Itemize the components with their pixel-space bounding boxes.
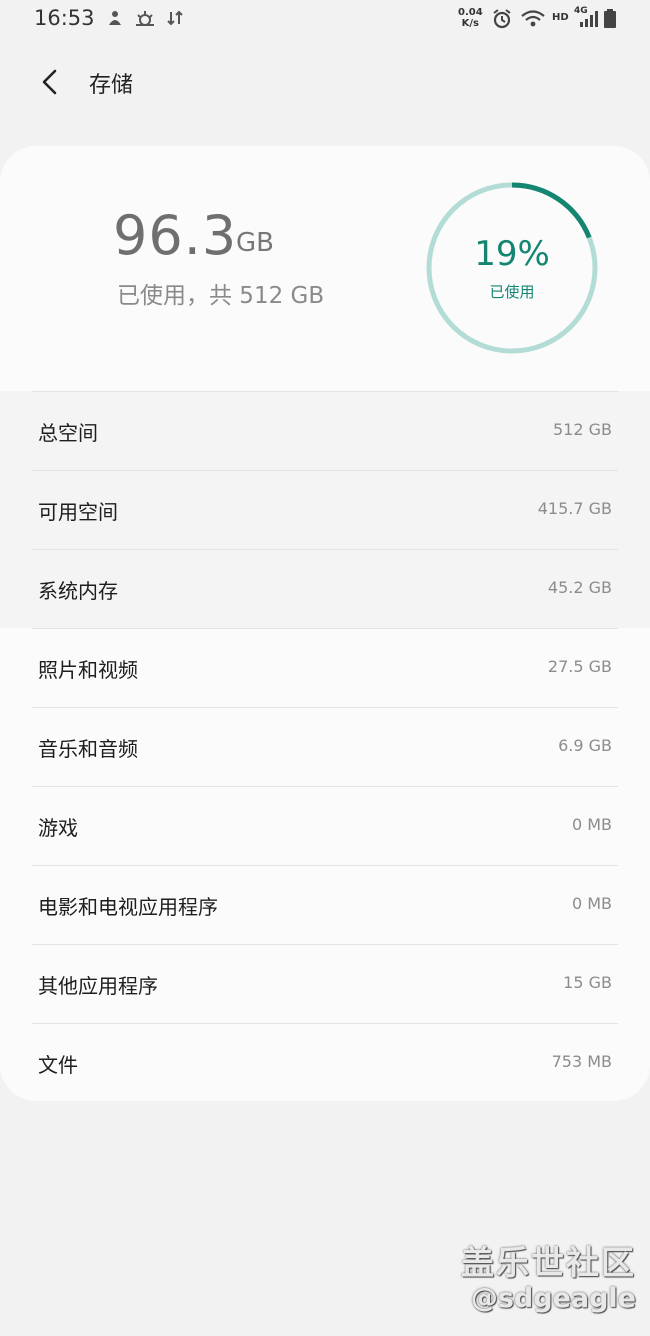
- storage-row-value: 0 MB: [571, 815, 612, 834]
- storage-card: 96.3 GB 已使用，共 512 GB 19% 已使用 总空间 512 GB 可用…: [0, 146, 650, 1101]
- storage-row-label: 照片和视频: [38, 658, 138, 682]
- watermark-title: 盖乐世社区: [461, 1243, 636, 1282]
- storage-row-label: 音乐和音频: [38, 737, 138, 761]
- storage-row-label: 系统内存: [38, 579, 118, 603]
- net-speed-unit: K/s: [461, 18, 480, 29]
- back-button[interactable]: [30, 62, 70, 102]
- storage-row[interactable]: 照片和视频 27.5 GB: [32, 628, 618, 707]
- usage-percent-label: 已使用: [489, 283, 535, 301]
- net-speed-value: 0.04: [458, 7, 483, 18]
- storage-row[interactable]: 文件 753 MB: [32, 1023, 618, 1101]
- battery-icon: [604, 9, 616, 33]
- storage-row-label: 电影和电视应用程序: [38, 895, 218, 919]
- net-speed: 0.04 K/s: [458, 7, 483, 29]
- storage-row[interactable]: 电影和电视应用程序 0 MB: [32, 865, 618, 944]
- storage-row-value: 415.7 GB: [537, 499, 612, 518]
- storage-row-value: 6.9 GB: [558, 736, 612, 755]
- storage-row-label: 其他应用程序: [38, 974, 158, 998]
- storage-row-label: 总空间: [38, 421, 98, 445]
- used-subtitle: 已使用，共 512 GB: [117, 283, 325, 309]
- storage-row[interactable]: 总空间 512 GB: [32, 391, 618, 470]
- back-arrow-icon: [42, 69, 57, 95]
- storage-row[interactable]: 游戏 0 MB: [32, 786, 618, 865]
- storage-row-value: 0 MB: [571, 894, 612, 913]
- weather-icon: [134, 9, 156, 31]
- usage-percent: 19%: [474, 234, 550, 274]
- used-unit: GB: [236, 228, 274, 258]
- storage-row-label: 可用空间: [38, 500, 118, 524]
- storage-row[interactable]: 系统内存 45.2 GB: [32, 549, 618, 628]
- storage-row-label: 游戏: [38, 816, 78, 840]
- storage-row-value: 753 MB: [551, 1052, 612, 1071]
- storage-row-value: 15 GB: [563, 973, 612, 992]
- status-bar: 16:53 0.04 K/s HD 4G: [0, 0, 650, 40]
- watermark-handle: @sdgeagle: [470, 1283, 636, 1314]
- wifi-icon: [520, 9, 546, 33]
- storage-row-label: 文件: [38, 1053, 78, 1077]
- storage-row-value: 45.2 GB: [547, 578, 612, 597]
- signal-icon: [578, 9, 598, 33]
- used-value: 96.3: [113, 204, 238, 267]
- storage-row[interactable]: 其他应用程序 15 GB: [32, 944, 618, 1023]
- storage-summary: 96.3 GB 已使用，共 512 GB 19% 已使用: [0, 146, 650, 391]
- storage-row[interactable]: 可用空间 415.7 GB: [32, 470, 618, 549]
- storage-list: 总空间 512 GB 可用空间 415.7 GB 系统内存 45.2 GB 照片和视频 27.…: [0, 391, 650, 1101]
- data-transfer-icon: [166, 9, 184, 31]
- status-time: 16:53: [34, 6, 95, 30]
- storage-row-value: 27.5 GB: [547, 657, 612, 676]
- page-title: 存储: [89, 73, 134, 98]
- storage-row-value: 512 GB: [553, 420, 612, 439]
- hd-indicator: HD: [552, 12, 569, 23]
- alarm-icon: [492, 9, 512, 33]
- notification-icon: [106, 9, 124, 31]
- storage-row[interactable]: 音乐和音频 6.9 GB: [32, 707, 618, 786]
